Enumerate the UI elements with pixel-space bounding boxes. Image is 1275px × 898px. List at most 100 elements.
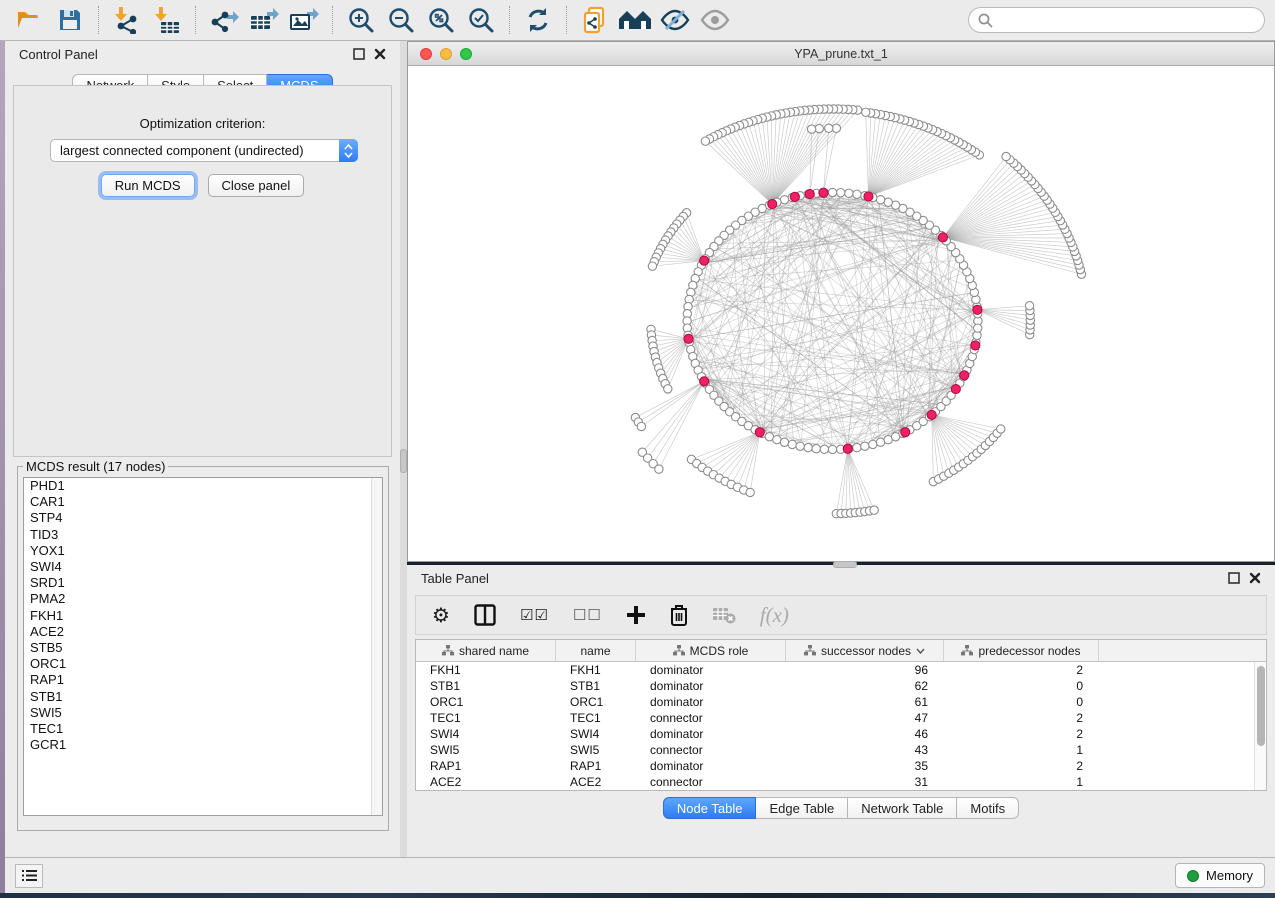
table-cell[interactable]: connector (636, 711, 786, 725)
table-cell[interactable]: TEC1 (556, 711, 636, 725)
table-cell[interactable]: FKH1 (556, 663, 636, 677)
mcds-node[interactable] (938, 233, 947, 242)
table-cell[interactable]: 61 (786, 695, 944, 709)
table-cell[interactable]: FKH1 (416, 663, 556, 677)
mcds-result-item[interactable]: ACE2 (24, 624, 382, 640)
table-cell[interactable]: dominator (636, 727, 786, 741)
table-cell[interactable]: RAP1 (556, 759, 636, 773)
home-view-icon[interactable] (615, 3, 655, 37)
select-all-icon[interactable]: ☑☑ (520, 601, 549, 629)
mcds-node[interactable] (960, 371, 969, 380)
column-header-mcds-role[interactable]: MCDS role (636, 640, 786, 661)
table-row[interactable]: SWI4SWI4dominator462 (416, 726, 1254, 742)
zoom-in-icon[interactable] (341, 3, 381, 37)
table-cell[interactable]: 0 (944, 695, 1099, 709)
table-row[interactable]: ORC1ORC1dominator610 (416, 694, 1254, 710)
clone-network-icon[interactable] (575, 3, 615, 37)
mcds-result-item[interactable]: STB1 (24, 689, 382, 705)
tab-node-table[interactable]: Node Table (663, 797, 757, 819)
table-cell[interactable]: 2 (944, 759, 1099, 773)
scrollbar-thumb[interactable] (1257, 666, 1265, 746)
network-node[interactable] (820, 445, 828, 453)
network-node[interactable] (845, 189, 853, 197)
show-details-icon[interactable] (695, 3, 735, 37)
network-canvas[interactable] (408, 66, 1274, 561)
network-node[interactable] (648, 262, 656, 270)
network-node[interactable] (1025, 302, 1033, 310)
mcds-node[interactable] (700, 377, 709, 386)
network-graph[interactable] (408, 66, 1274, 561)
column-header-name[interactable]: name (556, 640, 636, 661)
network-node[interactable] (796, 442, 804, 450)
table-cell[interactable]: ORC1 (416, 695, 556, 709)
splitter-grabber[interactable] (400, 449, 407, 473)
table-scrollbar[interactable] (1254, 662, 1266, 790)
table-cell[interactable]: dominator (636, 759, 786, 773)
minimize-window-icon[interactable] (440, 48, 452, 60)
import-table-icon[interactable] (147, 3, 187, 37)
delete-column-trash-icon[interactable] (670, 601, 688, 629)
network-node[interactable] (861, 442, 869, 450)
table-cell[interactable]: TEC1 (416, 711, 556, 725)
table-cell[interactable]: 2 (944, 727, 1099, 741)
float-panel-icon[interactable] (1228, 572, 1240, 584)
table-cell[interactable]: 62 (786, 679, 944, 693)
zoom-fit-icon[interactable] (421, 3, 461, 37)
add-column-icon[interactable] (626, 601, 646, 629)
network-node[interactable] (807, 125, 815, 133)
table-row[interactable]: TEC1TEC1connector472 (416, 710, 1254, 726)
network-node[interactable] (876, 196, 884, 204)
mcds-result-item[interactable]: PMA2 (24, 591, 382, 607)
network-window-titlebar[interactable]: YPA_prune.txt_1 (408, 42, 1274, 66)
mcds-result-item[interactable]: TEC1 (24, 721, 382, 737)
network-node[interactable] (853, 443, 861, 451)
close-panel-button[interactable]: Close panel (208, 174, 305, 197)
table-row[interactable]: ACE2ACE2connector311 (416, 774, 1254, 790)
mcds-node[interactable] (790, 192, 799, 201)
network-node[interactable] (825, 124, 833, 132)
search-box[interactable] (968, 7, 1265, 33)
mcds-result-item[interactable]: YOX1 (24, 543, 382, 559)
search-input[interactable] (999, 13, 1255, 28)
refresh-icon[interactable] (518, 3, 558, 37)
column-header-successor-nodes[interactable]: successor nodes (786, 640, 944, 661)
zoom-out-icon[interactable] (381, 3, 421, 37)
table-row[interactable]: STB1STB1dominator620 (416, 678, 1254, 694)
table-cell[interactable]: STB1 (556, 679, 636, 693)
maximize-window-icon[interactable] (460, 48, 472, 60)
table-cell[interactable]: connector (636, 775, 786, 789)
table-cell[interactable]: SWI5 (556, 743, 636, 757)
table-cell[interactable]: dominator (636, 663, 786, 677)
memory-button[interactable]: Memory (1175, 863, 1265, 888)
export-network-icon[interactable] (204, 3, 244, 37)
table-cell[interactable]: 46 (786, 727, 944, 741)
close-panel-icon[interactable] (374, 48, 386, 60)
network-node[interactable] (655, 465, 663, 473)
tab-motifs[interactable]: Motifs (957, 797, 1019, 819)
network-node[interactable] (746, 488, 754, 496)
mcds-result-list[interactable]: PHD1CAR1STP4TID3YOX1SWI4SRD1PMA2FKH1ACE2… (23, 477, 383, 816)
table-settings-gear-icon[interactable]: ⚙ (432, 601, 450, 629)
mcds-node[interactable] (768, 199, 777, 208)
table-cell[interactable]: 1 (944, 743, 1099, 757)
table-cell[interactable]: 0 (944, 679, 1099, 693)
table-cell[interactable]: ACE2 (416, 775, 556, 789)
mcds-result-item[interactable]: STB5 (24, 640, 382, 656)
float-panel-icon[interactable] (353, 48, 365, 60)
network-node[interactable] (780, 438, 788, 446)
mcds-node[interactable] (819, 188, 828, 197)
table-cell[interactable]: dominator (636, 679, 786, 693)
mcds-result-item[interactable]: STP4 (24, 510, 382, 526)
network-node[interactable] (804, 443, 812, 451)
mcds-result-item[interactable]: PHD1 (24, 478, 382, 494)
mcds-node[interactable] (843, 444, 852, 453)
mcds-result-item[interactable]: FKH1 (24, 608, 382, 624)
column-header-predecessor-nodes[interactable]: predecessor nodes (944, 640, 1099, 661)
mcds-node[interactable] (755, 428, 764, 437)
mcds-result-item[interactable]: SWI4 (24, 559, 382, 575)
network-node[interactable] (812, 444, 820, 452)
mcds-list-scrollbar[interactable] (371, 478, 382, 815)
network-node[interactable] (862, 108, 870, 116)
column-header-shared-name[interactable]: shared name (416, 640, 556, 661)
mcds-result-item[interactable]: ORC1 (24, 656, 382, 672)
